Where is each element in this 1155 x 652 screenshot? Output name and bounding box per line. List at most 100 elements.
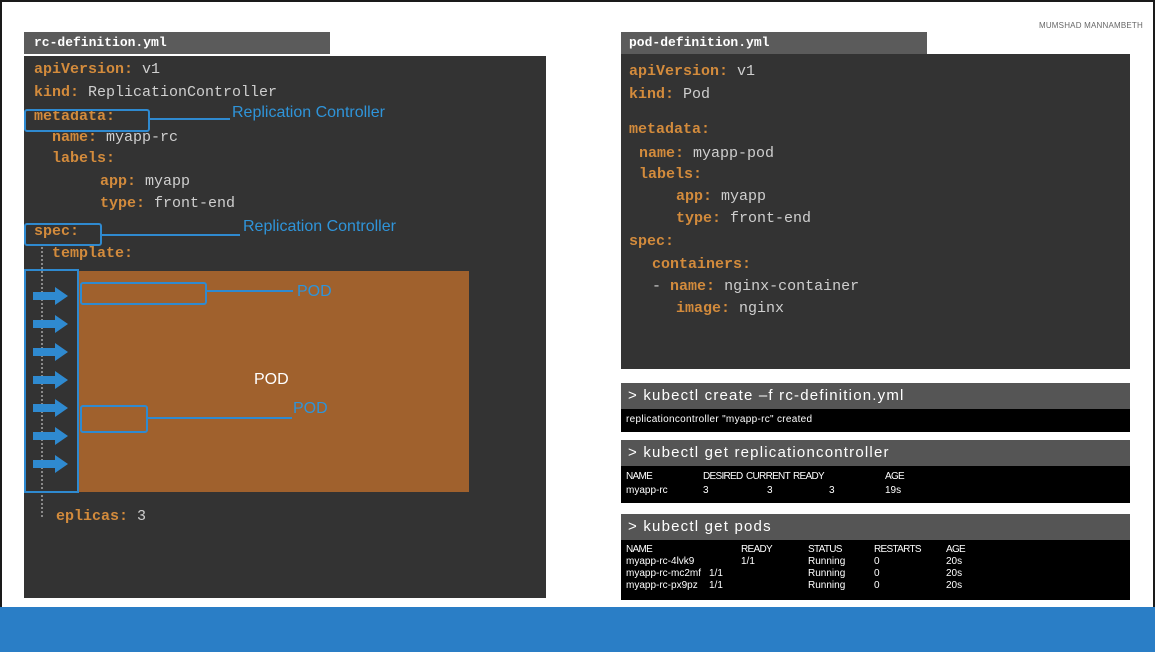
pod-callout-line-1 [205,290,293,292]
pod-line-spec: spec: [629,233,674,251]
rc-file-tab: rc-definition.yml [24,32,330,54]
yaml-key: name: [670,278,716,295]
yaml-key: eplicas: [56,508,129,525]
spec-callout-label: Replication Controller [243,218,396,235]
terminal-1-output: replicationcontroller "myapp-rc" created [626,414,813,425]
col-header-ready: READY [793,471,825,482]
yaml-key: labels: [639,166,703,183]
right-arrow-icon [33,315,68,333]
rc-current-cell: 3 [767,485,773,496]
pod-line-app: app: myapp [676,188,766,206]
col-header-desired: DESIRED [703,471,743,482]
col-header-restarts: RESTARTS [874,544,922,555]
yaml-value: nginx [739,300,785,317]
slide-left-border [0,0,2,607]
pod-status-cell: Running [808,556,846,567]
spec-highlight-box [24,223,102,246]
yaml-key: apiVersion: [629,63,729,80]
pod-line-labels: labels: [639,166,702,184]
yaml-key: kind: [34,84,80,101]
pod-name-cell: myapp-rc-px9pz [626,580,698,591]
pod-line-name: name: myapp-pod [639,145,774,163]
terminal-3-output-area: NAME READY STATUS RESTARTS AGE myapp-rc-… [621,540,1130,600]
yaml-key: app: [100,173,137,190]
pod-filename: pod-definition.yml [629,35,770,50]
yaml-value: 3 [137,508,147,525]
right-arrow-icon [33,343,68,361]
rc-line-template: template: [52,245,133,263]
terminal-3-command: > kubectl get pods [628,518,772,535]
terminal-2-command: > kubectl get replicationcontroller [628,444,890,461]
pod-line-api: apiVersion: v1 [629,63,755,81]
yaml-key: spec: [629,233,675,250]
yaml-key: app: [676,188,713,205]
pod-ready-cell: 1/1 [741,556,755,567]
rc-age-cell: 19s [885,485,902,496]
yaml-value: v1 [737,63,756,80]
yaml-key: type: [100,195,146,212]
rc-filename: rc-definition.yml [34,35,167,50]
rc-line-api: apiVersion: v1 [34,61,160,79]
pod-line-type: type: front-end [676,210,811,228]
rc-ready-cell: 3 [829,485,835,496]
pod-line-image: image: nginx [676,300,784,318]
pod-file-tab: pod-definition.yml [621,32,927,54]
rc-line-app: app: myapp [100,173,190,191]
footer-band [0,607,1155,652]
pod-restarts-cell: 0 [874,556,880,567]
yaml-key: name: [639,145,685,162]
yaml-value: front-end [730,210,812,227]
pod-name-cell: myapp-rc-4lvk9 [626,556,695,567]
rc-line-kind: kind: ReplicationController [34,84,277,102]
col-header-age: AGE [885,471,905,482]
yaml-key: metadata: [629,121,711,138]
col-header-age: AGE [946,544,966,555]
yaml-value: v1 [142,61,161,78]
pod-name-cell: myapp-rc-mc2mf [626,568,702,579]
pod-ready-cell: 1/1 [709,580,723,591]
col-header-status: STATUS [808,544,842,555]
yaml-value: front-end [154,195,236,212]
pod-highlight-box-1 [80,282,207,305]
right-arrow-icon [33,287,68,305]
yaml-key: image: [676,300,731,317]
pod-line-container-name: - name: nginx-container [652,278,859,296]
pod-restarts-cell: 0 [874,568,880,579]
pod-line-metadata: metadata: [629,121,710,139]
rc-line-type: type: front-end [100,195,235,213]
pod-restarts-cell: 0 [874,580,880,591]
slide-top-border [0,0,1155,2]
terminal-2-output-area: NAME DESIRED CURRENT READY AGE myapp-rc … [621,466,1130,503]
terminal-2-command-bar: > kubectl get replicationcontroller [621,440,1130,466]
metadata-callout-label: Replication Controller [232,104,385,121]
yaml-key: apiVersion: [34,61,134,78]
rc-name-cell: myapp-rc [626,485,668,496]
yaml-value: Pod [683,86,711,103]
pod-callout-label-1: POD [297,283,332,300]
pod-age-cell: 20s [946,580,963,591]
yaml-key: template: [52,245,134,262]
terminal-1-output-area: replicationcontroller "myapp-rc" created [621,409,1130,432]
right-arrow-icon [33,399,68,417]
right-arrow-icon [33,455,68,473]
terminal-1-command-bar: > kubectl create –f rc-definition.yml [621,383,1130,409]
rc-line-replicas: eplicas: 3 [56,508,146,526]
yaml-key: type: [676,210,722,227]
pod-ready-cell: 1/1 [709,568,723,579]
yaml-key: labels: [52,150,116,167]
yaml-value: myapp-pod [693,145,775,162]
spec-callout-line [100,234,240,236]
metadata-highlight-box [24,109,150,132]
pod-age-cell: 20s [946,556,963,567]
terminal-1-command: > kubectl create –f rc-definition.yml [628,387,905,404]
col-header-current: CURRENT [746,471,791,482]
yaml-key: containers: [652,256,752,273]
terminal-3-command-bar: > kubectl get pods [621,514,1130,540]
pod-status-cell: Running [808,580,846,591]
pod-line-containers: containers: [652,256,751,274]
yaml-value: myapp [721,188,767,205]
yaml-value: myapp [145,173,191,190]
pod-highlight-box-2 [80,405,148,433]
yaml-value: ReplicationController [88,84,278,101]
rc-line-labels: labels: [52,150,115,168]
